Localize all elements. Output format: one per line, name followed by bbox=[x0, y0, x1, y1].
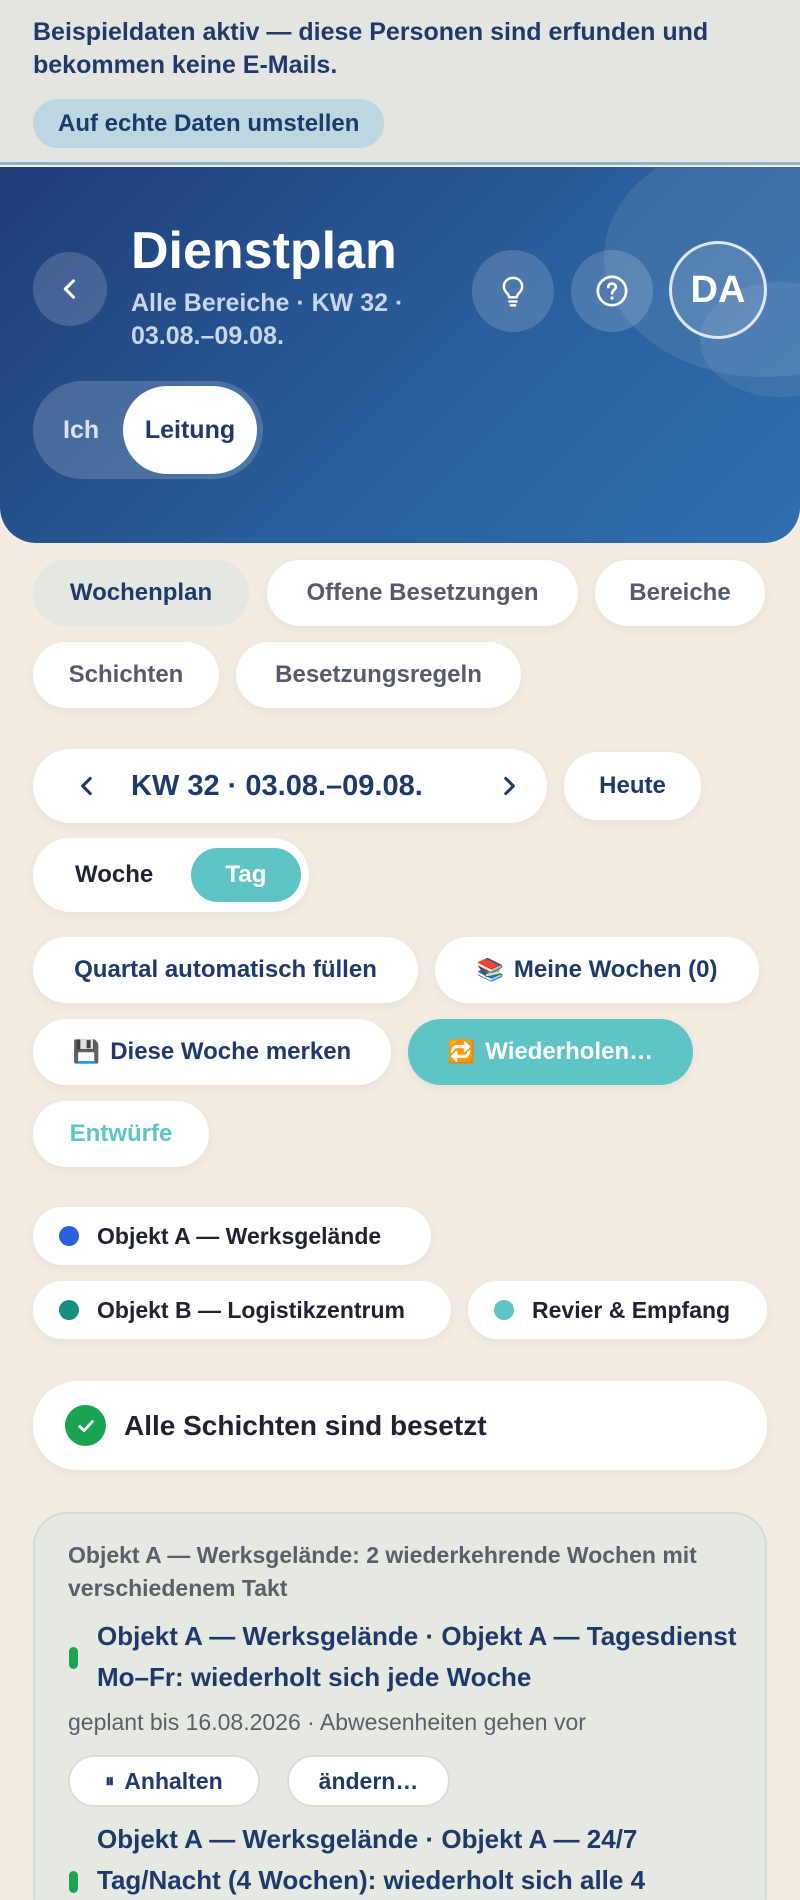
auto-fill-quarter-button[interactable]: Quartal automatisch füllen bbox=[33, 937, 418, 1003]
role-toggle: Ich Leitung bbox=[33, 381, 263, 479]
demo-data-banner: Beispieldaten aktiv — diese Personen sin… bbox=[0, 0, 800, 165]
recurring-item-title: Objekt A — Werksgelände · Objekt A — Tag… bbox=[97, 1621, 737, 1692]
view-toggle: Woche Tag bbox=[33, 838, 309, 912]
tab-offene-besetzungen[interactable]: Offene Besetzungen bbox=[267, 560, 578, 626]
pause-label: Anhalten bbox=[124, 1767, 223, 1794]
week-label: KW 32 · 03.08.–09.08. bbox=[131, 770, 423, 802]
recurring-weeks-title: Objekt A — Werksgelände: 2 wiederkehrend… bbox=[68, 1542, 697, 1601]
legend-dot bbox=[59, 1226, 79, 1246]
coverage-status-text: Alle Schichten sind besetzt bbox=[124, 1410, 487, 1441]
auto-fill-label: Quartal automatisch füllen bbox=[74, 956, 377, 983]
role-option-leitung[interactable]: Leitung bbox=[123, 386, 257, 474]
coverage-status-card: Alle Schichten sind besetzt bbox=[33, 1381, 767, 1470]
view-option-tag[interactable]: Tag bbox=[191, 848, 301, 902]
help-button[interactable] bbox=[571, 250, 653, 332]
floppy-disk-icon: 💾 bbox=[72, 1039, 101, 1064]
repeat-button[interactable]: 🔁 Wiederholen… bbox=[408, 1019, 693, 1085]
tab-besetzungsregeln[interactable]: Besetzungsregeln bbox=[236, 642, 521, 708]
repeat-icon: 🔁 bbox=[447, 1039, 476, 1064]
my-weeks-label: Meine Wochen (0) bbox=[513, 956, 718, 983]
recurring-item-meta: geplant bis 16.08.2026 · Abwesenheiten g… bbox=[68, 1709, 586, 1735]
tab-wochenplan[interactable]: Wochenplan bbox=[33, 560, 249, 626]
recurring-weeks-card: Objekt A — Werksgelände: 2 wiederkehrend… bbox=[33, 1512, 767, 1900]
status-indicator bbox=[69, 1871, 78, 1893]
books-icon: 📚 bbox=[476, 957, 504, 982]
demo-data-notice: Beispieldaten aktiv — diese Personen sin… bbox=[33, 18, 709, 79]
switch-to-real-data-button[interactable]: Auf echte Daten umstellen bbox=[33, 99, 385, 148]
page-title: Dienstplan bbox=[131, 222, 397, 280]
page-subtitle: Alle Bereiche · KW 32 · 03.08.–09.08. bbox=[131, 289, 404, 350]
view-option-woche[interactable]: Woche bbox=[75, 838, 153, 912]
today-button[interactable]: Heute bbox=[564, 752, 701, 820]
avatar[interactable]: DA bbox=[669, 241, 767, 339]
repeat-label: Wiederholen… bbox=[485, 1038, 654, 1065]
check-icon bbox=[65, 1405, 106, 1446]
legend-dot bbox=[59, 1300, 79, 1320]
legend-item-objekt-b[interactable]: Objekt B — Logistikzentrum bbox=[33, 1281, 451, 1339]
pause-button[interactable]: ⏸ Anhalten bbox=[68, 1755, 260, 1807]
page-header: Dienstplan Alle Bereiche · KW 32 · 03.08… bbox=[0, 167, 800, 543]
tab-bereiche[interactable]: Bereiche bbox=[595, 560, 765, 626]
legend-item-objekt-a[interactable]: Objekt A — Werksgelände bbox=[33, 1207, 431, 1265]
edit-button[interactable]: ändern… bbox=[287, 1755, 450, 1807]
week-navigator: KW 32 · 03.08.–09.08. bbox=[33, 749, 547, 823]
lightbulb-icon bbox=[502, 276, 524, 307]
next-week-button[interactable] bbox=[491, 768, 527, 804]
my-weeks-button[interactable]: 📚 Meine Wochen (0) bbox=[435, 937, 759, 1003]
legend-label: Objekt B — Logistikzentrum bbox=[97, 1296, 405, 1323]
legend-label: Objekt A — Werksgelände bbox=[97, 1222, 382, 1249]
recurring-item-title: Objekt A — Werksgelände · Objekt A — 24/… bbox=[97, 1824, 646, 1895]
legend-dot bbox=[494, 1300, 514, 1320]
role-option-ich[interactable]: Ich bbox=[63, 381, 99, 479]
remember-week-button[interactable]: 💾 Diese Woche merken bbox=[33, 1019, 391, 1085]
pause-icon: ⏸ bbox=[105, 1770, 115, 1791]
legend-item-revier-empfang[interactable]: Revier & Empfang bbox=[468, 1281, 767, 1339]
chevron-left-icon bbox=[81, 776, 92, 796]
status-indicator bbox=[69, 1647, 78, 1669]
tab-schichten[interactable]: Schichten bbox=[33, 642, 219, 708]
help-circle-icon bbox=[596, 275, 628, 307]
chevron-left-icon bbox=[63, 279, 76, 299]
tips-button[interactable] bbox=[472, 250, 554, 332]
drafts-button[interactable]: Entwürfe bbox=[33, 1101, 209, 1167]
legend-label: Revier & Empfang bbox=[532, 1296, 731, 1323]
previous-week-button[interactable] bbox=[69, 768, 105, 804]
back-button[interactable] bbox=[33, 252, 107, 326]
chevron-right-icon bbox=[504, 776, 515, 796]
remember-week-label: Diese Woche merken bbox=[110, 1038, 352, 1065]
drafts-label: Entwürfe bbox=[69, 1120, 173, 1147]
